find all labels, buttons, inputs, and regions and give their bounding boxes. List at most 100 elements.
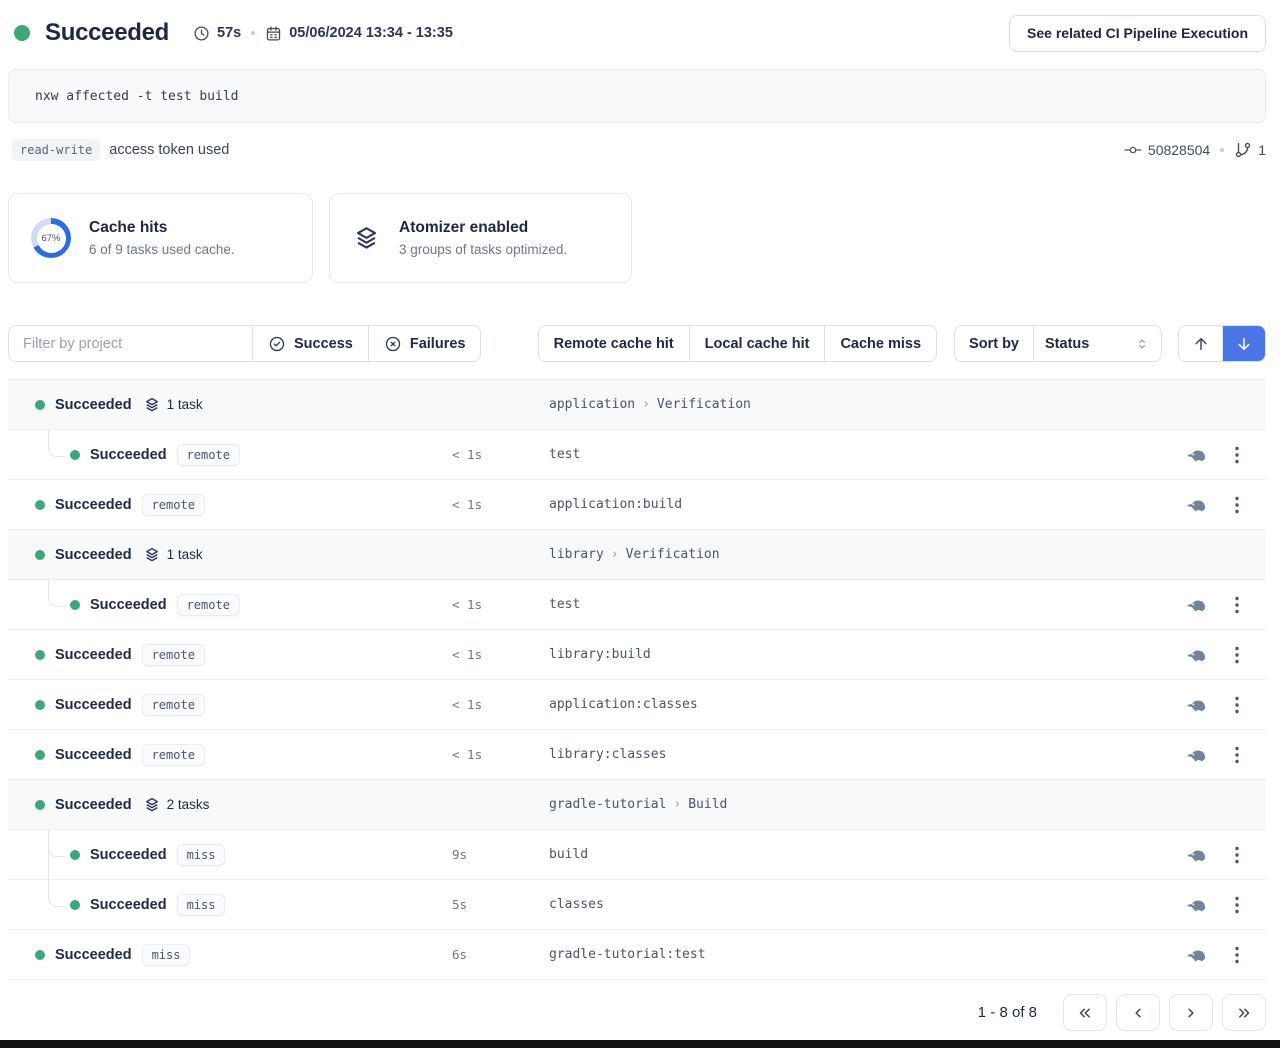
status-label: Succeeded — [90, 447, 167, 463]
token-row: read-write access token used 50828504 1 — [8, 137, 1266, 163]
cache-miss-button[interactable]: Cache miss — [824, 326, 936, 361]
status-dot — [70, 900, 80, 910]
row-duration: < 1s — [443, 447, 549, 462]
sort-status-value: Status — [1045, 336, 1089, 352]
layers-icon — [143, 546, 161, 564]
kebab-menu-icon[interactable] — [1235, 596, 1239, 614]
atomizer-card[interactable]: Atomizer enabled 3 groups of tasks optim… — [329, 193, 632, 283]
previous-page-button[interactable] — [1116, 994, 1160, 1031]
status-label: Succeeded — [90, 847, 167, 863]
cache-hits-percent: 67% — [37, 224, 66, 253]
cache-status-badge: remote — [177, 594, 240, 616]
row-duration: 5s — [443, 897, 549, 912]
kebab-menu-icon[interactable] — [1235, 696, 1239, 714]
task-row[interactable]: Succeededremote< 1sapplication:build — [8, 480, 1266, 530]
kebab-menu-icon[interactable] — [1235, 746, 1239, 764]
cache-filter-group: Remote cache hit Local cache hit Cache m… — [538, 325, 937, 362]
calendar-icon — [265, 25, 282, 42]
status-dot — [35, 950, 45, 960]
layers-icon — [143, 796, 161, 814]
project-name: application — [549, 397, 635, 412]
kebab-menu-icon[interactable] — [1235, 446, 1239, 464]
last-page-button[interactable] — [1222, 994, 1266, 1031]
branch-count[interactable]: 1 — [1234, 141, 1266, 159]
project-filter-input[interactable] — [9, 326, 252, 361]
chevron-left-icon — [1129, 1004, 1147, 1022]
run-status-dot — [14, 25, 30, 41]
local-cache-hit-button[interactable]: Local cache hit — [689, 326, 825, 361]
sort-ascending-button[interactable] — [1179, 326, 1222, 361]
sort-group: Sort by Status — [954, 325, 1162, 362]
cache-hits-subtitle: 6 of 9 tasks used cache. — [89, 242, 235, 257]
row-actions — [1185, 846, 1266, 864]
task-row[interactable]: Succeededmiss6sgradle-tutorial:test — [8, 930, 1266, 980]
commit-link[interactable]: 50828504 — [1124, 141, 1210, 159]
access-token-badge: read-write — [12, 139, 100, 161]
row-status-cell: Succeededmiss — [8, 894, 443, 916]
clock-icon — [193, 25, 210, 42]
row-status-cell: Succeededremote — [8, 644, 443, 666]
cache-status-badge: remote — [142, 694, 205, 716]
success-filter-button[interactable]: Success — [252, 326, 368, 361]
kebab-menu-icon[interactable] — [1235, 946, 1239, 964]
task-row[interactable]: Succeededmiss9sbuild — [8, 830, 1266, 880]
chevron-right-icon: › — [642, 397, 650, 412]
cache-hits-title: Cache hits — [89, 219, 235, 237]
row-duration: 9s — [443, 847, 549, 862]
task-row[interactable]: Succeededremote< 1sapplication:classes — [8, 680, 1266, 730]
remote-cache-hit-button[interactable]: Remote cache hit — [539, 326, 689, 361]
cache-hits-card[interactable]: 67% Cache hits 6 of 9 tasks used cache. — [8, 193, 313, 283]
chevron-right-icon — [1182, 1004, 1200, 1022]
separator-dot — [251, 31, 255, 35]
task-group-row[interactable]: Succeeded2 tasksgradle-tutorial›Build — [8, 780, 1266, 830]
task-count: 2 tasks — [167, 797, 210, 812]
sort-direction-group — [1178, 325, 1266, 362]
kebab-menu-icon[interactable] — [1235, 496, 1239, 514]
kebab-menu-icon[interactable] — [1235, 896, 1239, 914]
next-page-button[interactable] — [1169, 994, 1213, 1031]
task-group-row[interactable]: Succeeded1 tasklibrary›Verification — [8, 530, 1266, 580]
task-row[interactable]: Succeededmiss5sclasses — [8, 880, 1266, 930]
row-actions — [1185, 946, 1266, 964]
failures-filter-button[interactable]: Failures — [368, 326, 481, 361]
kebab-menu-icon[interactable] — [1235, 646, 1239, 664]
row-task-name: application:classes — [549, 697, 1185, 712]
related-ci-pipeline-button[interactable]: See related CI Pipeline Execution — [1009, 15, 1266, 52]
success-filter-label: Success — [294, 336, 353, 352]
branch-count-label: 1 — [1258, 142, 1266, 158]
page-title: Succeeded — [45, 19, 169, 47]
check-circle-icon — [268, 335, 286, 353]
row-actions — [1185, 596, 1266, 614]
task-group-row[interactable]: Succeeded1 taskapplication›Verification — [8, 380, 1266, 430]
pagination-range: 1 - 8 of 8 — [978, 1004, 1037, 1021]
row-duration: < 1s — [443, 747, 549, 762]
row-project-path: library›Verification — [549, 547, 1239, 562]
task-row[interactable]: Succeededremote< 1stest — [8, 580, 1266, 630]
kebab-menu-icon[interactable] — [1235, 846, 1239, 864]
task-list: Succeeded1 taskapplication›VerificationS… — [8, 379, 1266, 980]
task-row[interactable]: Succeededremote< 1slibrary:classes — [8, 730, 1266, 780]
gradle-icon — [1185, 697, 1208, 712]
first-page-button[interactable] — [1063, 994, 1107, 1031]
double-chevron-left-icon — [1076, 1004, 1094, 1022]
filter-bar: Success Failures Remote cache hit Local … — [8, 325, 1266, 362]
status-dot — [35, 500, 45, 510]
gradle-icon — [1185, 947, 1208, 962]
run-duration: 57s — [193, 25, 241, 42]
row-status-cell: Succeededremote — [8, 594, 443, 616]
status-label: Succeeded — [90, 897, 167, 913]
sort-status-select[interactable]: Status — [1033, 326, 1161, 361]
separator-dot — [1220, 148, 1224, 152]
cache-status-badge: miss — [177, 844, 226, 866]
status-label: Succeeded — [55, 797, 132, 813]
row-task-name: classes — [549, 897, 1185, 912]
sort-descending-button[interactable] — [1222, 326, 1265, 361]
gradle-icon — [1185, 847, 1208, 862]
task-row[interactable]: Succeededremote< 1slibrary:build — [8, 630, 1266, 680]
status-dot — [35, 800, 45, 810]
task-row[interactable]: Succeededremote< 1stest — [8, 430, 1266, 480]
failures-filter-label: Failures — [410, 336, 466, 352]
command-text: nxw affected -t test build — [35, 89, 239, 104]
status-label: Succeeded — [55, 947, 132, 963]
row-duration: < 1s — [443, 597, 549, 612]
